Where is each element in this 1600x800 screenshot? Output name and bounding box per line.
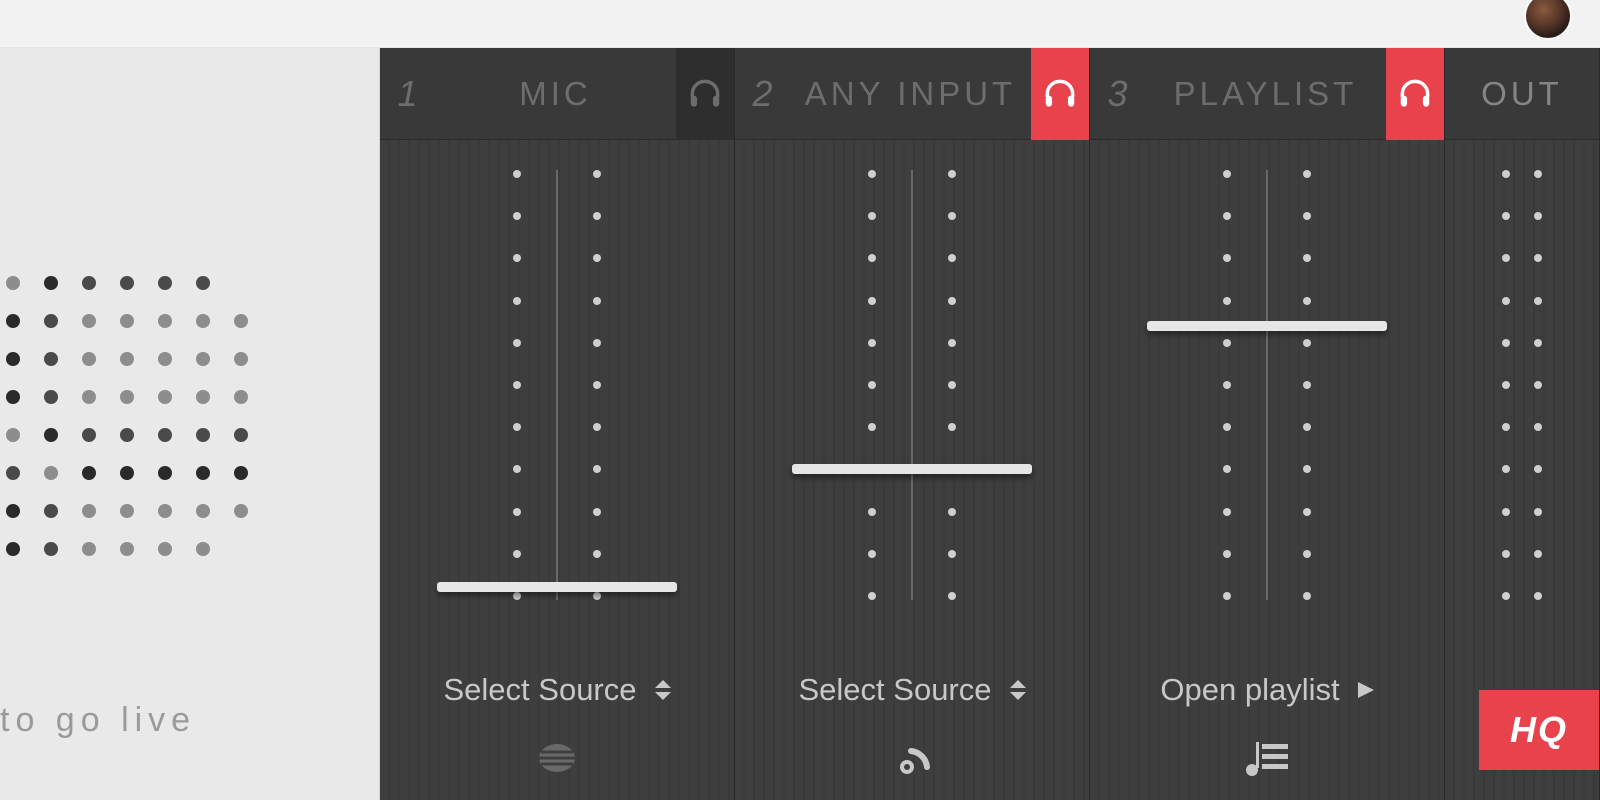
channel-header: OUT <box>1445 48 1599 140</box>
playlist-icon <box>1242 738 1292 783</box>
source-select-label: Open playlist <box>1160 672 1339 708</box>
avatar[interactable] <box>1526 0 1570 38</box>
monitor-toggle[interactable] <box>1386 48 1444 140</box>
monitor-toggle[interactable] <box>1031 48 1089 140</box>
channel-2: 2 ANY INPUT Select Source <box>735 48 1090 800</box>
output-meter <box>1502 170 1542 600</box>
channel-header: 2 ANY INPUT <box>735 48 1089 140</box>
source-select-label: Select Source <box>799 672 992 708</box>
channel-number: 2 <box>735 73 790 115</box>
channel-header: 3 PLAYLIST <box>1090 48 1444 140</box>
fader-track[interactable] <box>517 170 597 600</box>
fader-area <box>735 140 1089 660</box>
fader-area <box>1090 140 1444 660</box>
updown-icon <box>1010 680 1026 700</box>
open-playlist[interactable]: Open playlist <box>1090 660 1444 720</box>
channel-out: OUT HQ <box>1445 48 1600 800</box>
updown-icon <box>655 680 671 700</box>
channel-header: 1 MIC <box>380 48 734 140</box>
arrow-right-icon <box>1358 682 1374 698</box>
channel-1: 1 MIC Select Source <box>380 48 735 800</box>
stream-icon <box>887 733 937 788</box>
fader-thumb[interactable] <box>792 464 1032 474</box>
headphones-icon <box>1041 75 1079 113</box>
channel-footer <box>1090 720 1444 800</box>
source-select-label: Select Source <box>444 672 637 708</box>
channel-label: OUT <box>1445 75 1599 113</box>
headphones-icon <box>1396 75 1434 113</box>
top-bar <box>0 0 1600 48</box>
monitor-toggle[interactable] <box>676 48 734 140</box>
channel-footer <box>735 720 1089 800</box>
channel-label: MIC <box>435 75 676 113</box>
fader-thumb[interactable] <box>1147 321 1387 331</box>
channel-3: 3 PLAYLIST Open playlist <box>1090 48 1445 800</box>
hq-label: HQ <box>1510 709 1568 751</box>
hq-badge[interactable]: HQ <box>1479 690 1599 770</box>
main: to go live 1 MIC Select Source <box>0 48 1600 800</box>
headphones-icon <box>686 75 724 113</box>
fader-area <box>380 140 734 660</box>
fader-track[interactable] <box>872 170 952 600</box>
mic-grille-icon <box>535 736 579 785</box>
channel-label: PLAYLIST <box>1145 75 1386 113</box>
channel-number: 1 <box>380 73 435 115</box>
fader-thumb[interactable] <box>437 582 677 592</box>
channel-label: ANY INPUT <box>790 75 1031 113</box>
channel-footer <box>380 720 734 800</box>
fader-track[interactable] <box>1227 170 1307 600</box>
go-live-label: to go live <box>0 701 196 740</box>
speaker-grille-graphic <box>0 148 280 668</box>
mixer-strip-area: 1 MIC Select Source <box>380 48 1600 800</box>
source-select[interactable]: Select Source <box>380 660 734 720</box>
sidebar: to go live <box>0 48 380 800</box>
source-select[interactable]: Select Source <box>735 660 1089 720</box>
channel-number: 3 <box>1090 73 1145 115</box>
